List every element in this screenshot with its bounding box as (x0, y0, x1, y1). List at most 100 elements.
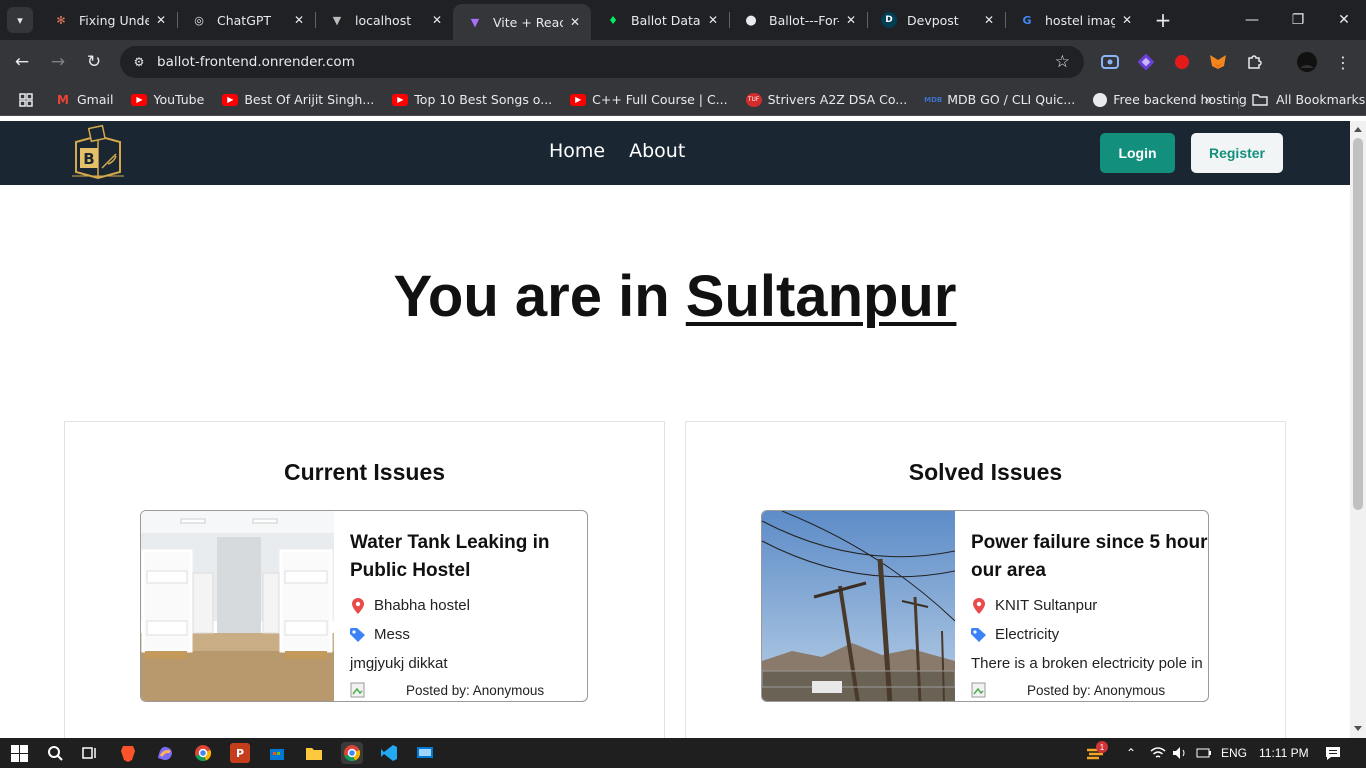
wifi-icon[interactable] (1150, 738, 1166, 768)
page-scrollbar[interactable] (1350, 121, 1366, 738)
ballot-box-logo[interactable]: B (68, 124, 128, 180)
bookmark-item[interactable]: ▶ C++ Full Course | C... (570, 92, 728, 107)
bookmark-item[interactable]: ▶ Best Of Arijit Singh... (222, 92, 374, 107)
issue-location: KNIT Sultanpur (995, 597, 1098, 614)
restore-button[interactable]: ❐ (1275, 0, 1321, 40)
issue-card[interactable]: Water Tank Leaking in Public Hostel Bhab… (140, 510, 588, 702)
search-icon[interactable] (45, 743, 65, 763)
tab-close-icon[interactable]: ✕ (843, 13, 859, 27)
browser-tab[interactable]: ✻ Fixing Undefi ✕ (39, 0, 177, 40)
bookmark-label: Top 10 Best Songs o... (414, 92, 553, 107)
back-button[interactable]: ← (4, 44, 40, 80)
chrome-active-icon[interactable] (341, 742, 363, 764)
microsoft-store-icon[interactable] (267, 743, 287, 763)
browser-tab[interactable]: D Devpost ✕ (867, 0, 1005, 40)
url-text[interactable]: ballot-frontend.onrender.com (157, 54, 355, 70)
chrome-icon[interactable] (193, 743, 213, 763)
browser-tab[interactable]: ▼ localhost ✕ (315, 0, 453, 40)
copilot-icon[interactable] (155, 743, 175, 763)
issue-card[interactable]: Power failure since 5 hours in our area … (761, 510, 1209, 702)
task-view-icon[interactable] (80, 743, 100, 763)
tab-close-icon[interactable]: ✕ (291, 13, 307, 27)
tab-title: localhost (355, 12, 412, 28)
bookmark-star-icon[interactable]: ☆ (1055, 52, 1070, 72)
file-explorer-icon[interactable] (304, 743, 324, 763)
issue-category-row: Electricity (971, 626, 1208, 643)
bookmark-item[interactable]: ▶ YouTube (131, 92, 204, 107)
profile-avatar[interactable] (1295, 50, 1319, 74)
login-button[interactable]: Login (1100, 133, 1175, 173)
address-bar[interactable]: ⚙ ballot-frontend.onrender.com ☆ (120, 46, 1084, 78)
site-info-icon[interactable]: ⚙ (128, 51, 150, 73)
bookmark-item[interactable]: M Gmail (55, 92, 113, 107)
bookmark-item[interactable]: TUF Strivers A2Z DSA Co... (745, 92, 908, 107)
hostel-dorm-image (141, 511, 334, 701)
battery-icon[interactable] (1196, 738, 1212, 768)
bookmark-item[interactable]: ▶ Top 10 Best Songs o... (392, 92, 552, 107)
extensions-puzzle-icon[interactable] (1242, 50, 1266, 74)
tab-close-icon[interactable]: ✕ (705, 13, 721, 27)
tab-close-icon[interactable]: ✕ (567, 15, 583, 29)
bookmark-label: Strivers A2Z DSA Co... (767, 92, 908, 107)
bookmark-label: Gmail (77, 92, 114, 107)
browser-tab[interactable]: ◎ ChatGPT ✕ (177, 0, 315, 40)
issue-title: Power failure since 5 hours in our area (971, 532, 1208, 581)
windows-start-icon[interactable] (9, 743, 29, 763)
tab-close-icon[interactable]: ✕ (429, 13, 445, 27)
browser-menu-icon[interactable]: ⋮ (1331, 50, 1355, 74)
power-pole-image (762, 511, 956, 701)
browser-tab[interactable]: ● Ballot---For- ✕ (729, 0, 867, 40)
nav-home-link[interactable]: Home (549, 140, 605, 162)
more-bookmarks-chevron-icon[interactable]: » (1204, 92, 1213, 108)
reload-button[interactable]: ↻ (76, 44, 112, 80)
browser-tab[interactable]: Ghostel image ✕ (1005, 0, 1143, 40)
vscode-icon[interactable] (379, 743, 399, 763)
metamask-extension-icon[interactable] (1206, 50, 1230, 74)
nav-about-link[interactable]: About (629, 140, 685, 162)
all-bookmarks-button[interactable]: All Bookmarks (1252, 92, 1365, 107)
scrollbar-thumb[interactable] (1353, 138, 1363, 510)
tray-chevron-icon[interactable]: ⌃ (1126, 738, 1136, 768)
scroll-down-arrow-icon[interactable] (1354, 726, 1362, 731)
tab-title: Ballot Data | (631, 12, 701, 28)
language-indicator[interactable]: ENG (1221, 738, 1247, 768)
issue-category: Mess (374, 626, 410, 643)
forward-button[interactable]: → (40, 44, 76, 80)
tab-close-icon[interactable]: ✕ (153, 13, 169, 27)
volume-icon[interactable] (1172, 738, 1188, 768)
folder-icon (1252, 93, 1268, 106)
tab-search-button[interactable]: ▾ (7, 7, 33, 33)
scroll-up-arrow-icon[interactable] (1354, 127, 1362, 132)
screen-recorder-extension-icon[interactable] (1098, 50, 1122, 74)
bookmark-item[interactable]: MDB MDB GO / CLI Quic... (924, 92, 1075, 107)
devpost-icon: D (881, 12, 897, 28)
tab-title: Ballot---For- (769, 12, 839, 28)
tab-close-icon[interactable]: ✕ (1119, 13, 1135, 27)
apps-grid-icon[interactable] (19, 92, 33, 107)
browser-tab[interactable]: ♦ Ballot Data | ✕ (591, 0, 729, 40)
brave-browser-icon[interactable] (118, 743, 138, 763)
issue-card-body: Power failure since 5 hours in our area … (971, 529, 1208, 698)
bookmark-label: Free backend hosting (1113, 92, 1247, 107)
clock-time[interactable]: 11:11 PM (1259, 738, 1309, 768)
bookmark-item[interactable]: Free backend hosting (1093, 92, 1247, 107)
issue-card-body: Water Tank Leaking in Public Hostel Bhab… (350, 529, 587, 698)
broken-image-icon (350, 682, 366, 698)
minimize-button[interactable]: — (1229, 0, 1275, 40)
browser-tab[interactable]: ▼ Vite + React ✕ (453, 4, 591, 40)
bookmarks-bar: M Gmail ▶ YouTube ▶ Best Of Arijit Singh... ▶ T… (0, 84, 1366, 116)
close-window-button[interactable]: ✕ (1321, 0, 1366, 40)
remote-desktop-icon[interactable] (415, 743, 435, 763)
powerpoint-icon[interactable]: P (230, 743, 250, 763)
purple-extension-icon[interactable] (1134, 50, 1158, 74)
chatgpt-icon: ◎ (194, 13, 204, 27)
notifications-icon[interactable] (1325, 738, 1341, 768)
new-tab-button[interactable]: + (1151, 8, 1175, 32)
register-button[interactable]: Register (1191, 133, 1283, 173)
issue-location: Bhabha hostel (374, 597, 470, 614)
issue-description: There is a broken electricity pole in (971, 655, 1203, 672)
tab-close-icon[interactable]: ✕ (981, 13, 997, 27)
browser-tab-strip: ▾ ✻ Fixing Undefi ✕ ◎ ChatGPT ✕ ▼ localhost ✕ ▼ Vi… (0, 0, 1366, 40)
record-extension-icon[interactable] (1170, 50, 1194, 74)
tab-title: Devpost (907, 12, 959, 28)
